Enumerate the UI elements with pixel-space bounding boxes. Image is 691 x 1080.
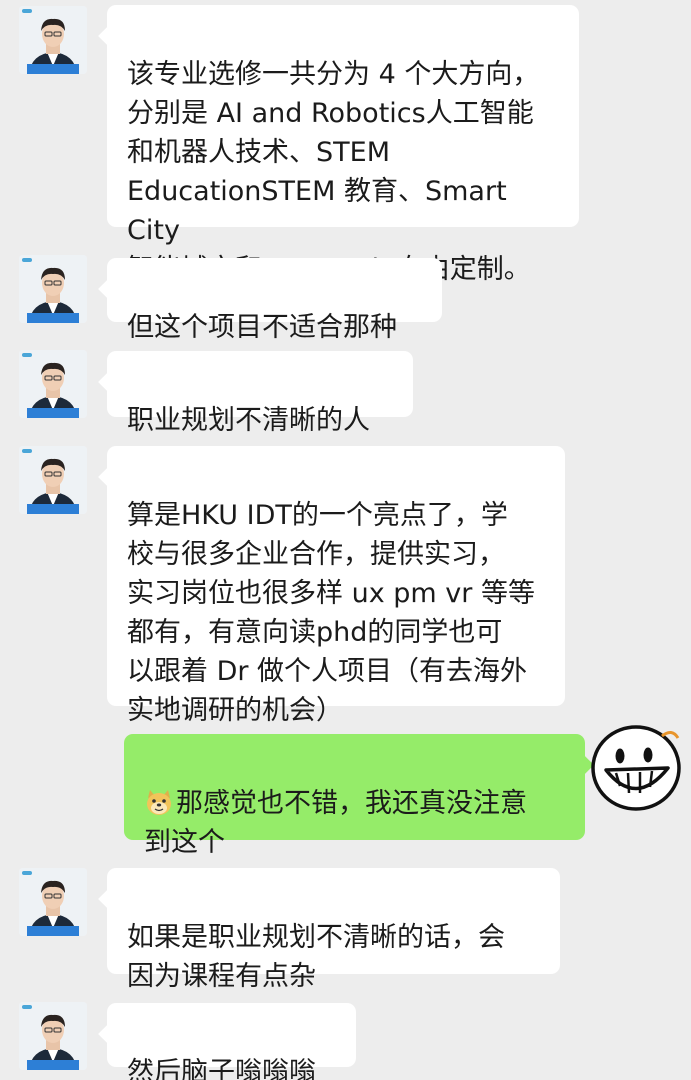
contact-avatar[interactable] [19,6,87,74]
doge-emoji [147,790,171,815]
message-bubble[interactable]: 然后脑子嗡嗡嗡 [98,1003,356,1080]
contact-avatar[interactable] [19,255,87,323]
person-photo-avatar [19,868,87,936]
bubble-tail [98,26,118,46]
person-photo-avatar [19,446,87,514]
contact-avatar[interactable] [19,350,87,418]
message-text: 如果是职业规划不清晰的话，会 因为课程有点杂 [127,922,505,992]
person-photo-avatar [19,350,87,418]
person-photo-avatar [19,1002,87,1070]
person-photo-avatar [19,255,87,323]
contact-avatar[interactable] [19,868,87,936]
person-photo-avatar [19,6,87,74]
bubble-tail [98,372,118,392]
message-bubble[interactable]: 职业规划不清晰的人 [98,351,413,436]
message-text: 但这个项目不适合那种 [127,312,397,343]
message-text: 算是HKU IDT的一个亮点了，学 校与很多企业合作，提供实习， 实习岗位也很多… [127,500,535,726]
message-bubble[interactable]: 但这个项目不适合那种 [98,258,442,343]
bubble-tail [98,279,118,299]
message-bubble[interactable]: 该专业选修一共分为 4 个大方向， 分别是 AI and Robotics人工智… [98,5,579,285]
bubble-tail [98,889,118,909]
message-text: 该专业选修一共分为 4 个大方向， 分别是 AI and Robotics人工智… [127,59,540,285]
message-text: 那感觉也不错，我还真没注意 到这个 [144,788,527,858]
message-bubble-self[interactable]: 那感觉也不错，我还真没注意 到这个 [124,734,594,858]
message-text: 然后脑子嗡嗡嗡 [127,1057,316,1080]
contact-avatar[interactable] [19,446,87,514]
message-bubble[interactable]: 如果是职业规划不清晰的话，会 因为课程有点杂 [98,868,560,992]
bubble-tail [98,467,118,487]
bubble-tail [98,1024,118,1044]
message-bubble[interactable]: 算是HKU IDT的一个亮点了，学 校与很多企业合作，提供实习， 实习岗位也很多… [98,446,565,726]
message-text: 职业规划不清晰的人 [127,405,370,436]
contact-avatar[interactable] [19,1002,87,1070]
grinning-face-doodle-icon[interactable] [590,724,682,812]
